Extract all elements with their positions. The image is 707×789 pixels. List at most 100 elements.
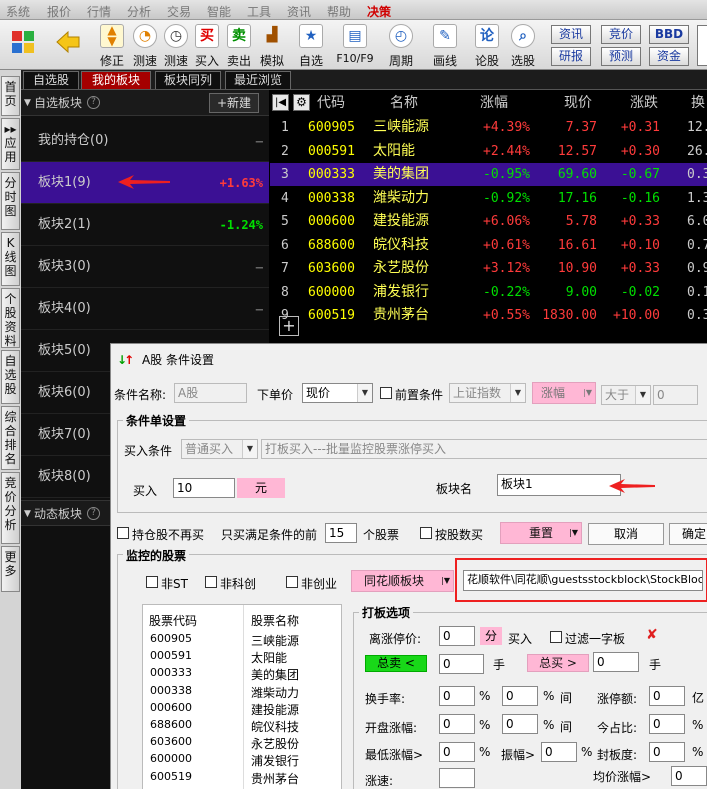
total-buy-select[interactable]: 总买 > [527, 654, 589, 672]
list-item-code[interactable]: 600000 [150, 752, 192, 765]
table-row[interactable]: 3 000333 美的集团 -0.95% 69.60 -0.67 0.33 [270, 163, 707, 186]
list-item-code[interactable]: 600905 [150, 632, 192, 645]
non-kc-checkbox[interactable] [205, 576, 217, 588]
table-row[interactable]: 6 688600 皖仪科技 +0.61% 16.61 +0.10 0.74 [270, 234, 707, 257]
list-item-code[interactable]: 000338 [150, 684, 192, 697]
gear-icon[interactable]: ⚙ [293, 94, 310, 111]
toolbar-f10-button[interactable]: ▤ F10/F9 [336, 22, 374, 68]
menu-tools[interactable]: 工具 [247, 3, 271, 20]
block-item-3[interactable]: 板块3(0) – [21, 246, 269, 288]
list-item-name[interactable]: 三峡能源 [251, 632, 299, 649]
amplitude-input[interactable]: 0 [541, 742, 577, 762]
toolbar-cycle-button[interactable]: ◴ 周期 [384, 22, 418, 68]
compare-select[interactable]: 大于 ▼ [601, 385, 651, 405]
vtab-kline[interactable]: K线图 [1, 232, 20, 286]
tab-my-blocks[interactable]: 我的板块 [81, 71, 151, 89]
table-row[interactable]: 1 600905 三峡能源 +4.39% 7.37 +0.31 12.49 [270, 116, 707, 139]
forecast-button[interactable]: 预测 [601, 47, 641, 66]
tab-block-peers[interactable]: 板块同列 [155, 71, 221, 89]
open-rise-max-input[interactable]: 0 [502, 714, 538, 734]
toolbar-watchlist-button[interactable]: ★ 自选 [294, 22, 328, 68]
table-row[interactable]: 4 000338 潍柴动力 -0.92% 17.16 -0.16 1.36 [270, 187, 707, 210]
by-stock-checkbox[interactable] [420, 527, 432, 539]
list-item-name[interactable]: 永艺股份 [251, 735, 299, 752]
toolbar-discuss-button[interactable]: 论 论股 [470, 22, 504, 68]
collapse-icon[interactable]: ▼ [24, 90, 31, 116]
table-row[interactable]: 7 603600 永艺股份 +3.12% 10.90 +0.33 0.97 [270, 257, 707, 280]
total-sell-input[interactable]: 0 [439, 654, 484, 674]
funds-button[interactable]: 资金 [649, 47, 689, 66]
compare-number-input[interactable]: 0 [653, 385, 698, 405]
toolbar-overflow[interactable] [697, 25, 707, 66]
tab-watchlist[interactable]: 自选股 [23, 71, 79, 89]
col-header-diff[interactable]: 涨跌 [630, 90, 658, 116]
min-rise-input[interactable]: 0 [439, 742, 475, 762]
away-input[interactable]: 0 [439, 626, 475, 646]
toolbar-screener-button[interactable]: ⌕ 选股 [506, 22, 540, 68]
total-sell-select[interactable]: 总卖 < [365, 655, 427, 672]
buy-amount-input[interactable]: 10 [173, 478, 235, 498]
block-item-2[interactable]: 板块2(1) -1.24% [21, 204, 269, 246]
menu-analysis[interactable]: 分析 [127, 3, 151, 20]
auction-button[interactable]: 竞价 [601, 25, 641, 44]
block-item-4[interactable]: 板块4(0) – [21, 288, 269, 330]
table-row[interactable]: 8 600000 浦发银行 -0.22% 9.00 -0.02 0.10 [270, 281, 707, 304]
non-cy-checkbox[interactable] [286, 576, 298, 588]
vtab-home[interactable]: 首页 [1, 76, 20, 116]
turnover-max-input[interactable]: 0 [502, 686, 538, 706]
col-header-turnover[interactable]: 换 [691, 90, 705, 116]
avg-rise-input[interactable]: 0 [671, 766, 707, 786]
open-rise-min-input[interactable]: 0 [439, 714, 475, 734]
no-rebuy-checkbox[interactable] [117, 527, 129, 539]
buy-cond-select[interactable]: 普通买入 ▼ [181, 439, 258, 459]
news-button[interactable]: 资讯 [551, 25, 591, 44]
help-icon[interactable]: ? [87, 507, 100, 520]
col-header-name[interactable]: 名称 [390, 90, 418, 116]
vtab-apps[interactable]: ▸▸ 应用 [1, 118, 20, 170]
block-name-input[interactable]: 板块1 [497, 474, 621, 496]
menu-decision[interactable]: 决策 [367, 3, 391, 20]
list-item-code[interactable]: 000591 [150, 649, 192, 662]
list-item-name[interactable]: 贵州茅台 [251, 770, 299, 787]
col-header-code[interactable]: 代码 [317, 90, 345, 116]
list-item-name[interactable]: 太阳能 [251, 649, 287, 666]
total-buy-input[interactable]: 0 [593, 652, 639, 672]
list-item-code[interactable]: 000333 [150, 666, 192, 679]
toolbar-simulate-button[interactable]: ▟ 模拟 [255, 22, 289, 68]
buy-unit-select[interactable]: 元 [237, 478, 285, 498]
reset-button[interactable]: 重置 |▼ [500, 522, 582, 544]
list-item-name[interactable]: 建投能源 [251, 701, 299, 718]
menu-help[interactable]: 帮助 [327, 3, 351, 20]
order-price-select[interactable]: 现价 ▼ [302, 383, 373, 403]
new-block-button[interactable]: +新建 [209, 93, 259, 113]
menu-market[interactable]: 行情 [87, 3, 111, 20]
add-stock-button[interactable]: + [279, 316, 299, 336]
filter-yizi-checkbox[interactable] [550, 631, 562, 643]
list-item-code[interactable]: 000600 [150, 701, 192, 714]
bbd-button[interactable]: BBD [649, 25, 689, 44]
vtab-timeshare[interactable]: 分时图 [1, 172, 20, 230]
list-item-code[interactable]: 600519 [150, 770, 192, 783]
list-item-name[interactable]: 美的集团 [251, 666, 299, 683]
toolbar-draw-button[interactable]: ✎ 画线 [428, 22, 462, 68]
menu-trade[interactable]: 交易 [167, 3, 191, 20]
cancel-button[interactable]: 取消 [588, 523, 664, 545]
first-page-icon[interactable]: |◀ [272, 94, 289, 111]
toolbar-grid-button[interactable] [6, 22, 40, 68]
ths-block-select[interactable]: 同花顺板块 |▼ [351, 570, 454, 592]
research-button[interactable]: 研报 [551, 47, 591, 66]
list-item-code[interactable]: 603600 [150, 735, 192, 748]
clear-icon[interactable]: ✘ [646, 627, 658, 643]
change-select[interactable]: 涨幅 |▼ [532, 382, 596, 404]
table-row[interactable]: 9600519贵州茅台+0.55%1830.00+10.000.33 [270, 304, 707, 327]
seal-degree-input[interactable]: 0 [649, 742, 685, 762]
list-item-name[interactable]: 皖仪科技 [251, 718, 299, 735]
speed-input[interactable] [439, 768, 475, 788]
menu-system[interactable]: 系统 [6, 3, 30, 20]
cond-name-input[interactable]: A股 [174, 383, 247, 403]
index-select[interactable]: 上证指数 ▼ [449, 383, 526, 403]
vtab-profile[interactable]: 个股资料 [1, 288, 20, 348]
help-icon[interactable]: ? [87, 96, 100, 109]
toolbar-back-button[interactable] [50, 22, 84, 68]
menu-smart[interactable]: 智能 [207, 3, 231, 20]
